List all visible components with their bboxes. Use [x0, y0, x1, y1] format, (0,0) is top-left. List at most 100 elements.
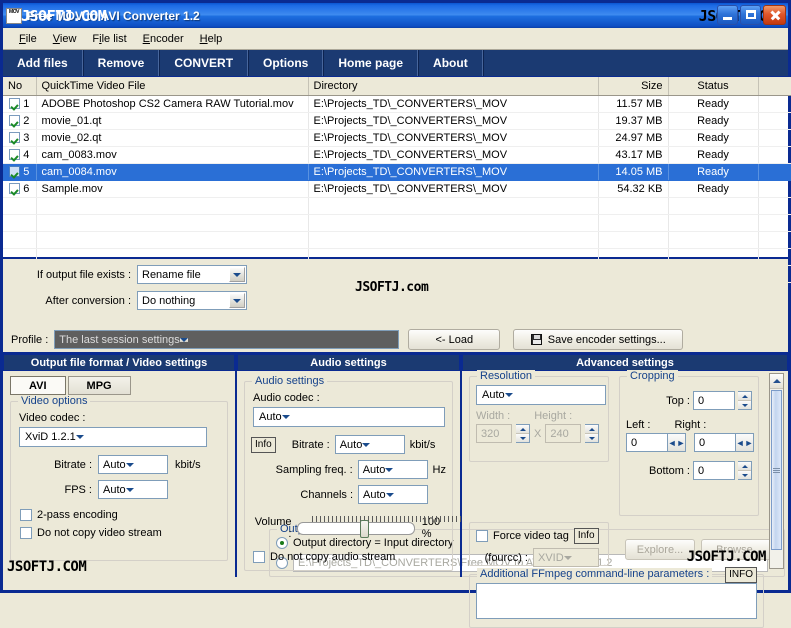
row-checkbox-cell[interactable]: 5 — [3, 163, 37, 181]
row-checkbox-cell[interactable]: 2 — [3, 112, 37, 130]
row-checkbox-cell[interactable]: 6 — [3, 180, 37, 198]
col-header-file[interactable]: QuickTime Video File — [36, 77, 309, 96]
audio-sampling-select[interactable]: Auto — [357, 460, 428, 479]
force-video-tag-checkbox[interactable] — [476, 530, 488, 542]
ffmpeg-params-label: Additional FFmpeg command-line parameter… — [477, 568, 713, 580]
row-checkbox[interactable] — [9, 131, 21, 143]
convert-button[interactable]: CONVERT — [159, 50, 249, 76]
table-row[interactable]: 3 movie_02.qt E:\Projects_TD\_CONVERTERS… — [3, 129, 791, 147]
minimize-button[interactable] — [717, 5, 738, 25]
remove-button[interactable]: Remove — [82, 50, 160, 76]
row-checkbox[interactable] — [9, 114, 21, 126]
video-panel-header: Output file format / Video settings — [3, 354, 235, 371]
col-header-size[interactable]: Size — [598, 77, 669, 96]
no-copy-video-row[interactable]: Do not copy video stream — [20, 527, 221, 539]
chevron-down-icon[interactable] — [281, 415, 290, 419]
about-button[interactable]: About — [418, 50, 483, 76]
menu-item-help[interactable]: Help — [192, 31, 231, 47]
fourcc-select[interactable]: XVID — [533, 548, 599, 567]
table-row[interactable]: 4 cam_0083.mov E:\Projects_TD\_CONVERTER… — [3, 146, 791, 164]
crop-bottom-spinner[interactable] — [738, 461, 752, 480]
row-checkbox[interactable] — [9, 165, 21, 177]
row-checkbox-cell[interactable]: 3 — [3, 129, 37, 147]
chevron-down-icon[interactable] — [125, 487, 134, 492]
ffmpeg-info-button[interactable]: INFO — [725, 567, 757, 583]
scrollbar-thumb[interactable] — [771, 390, 782, 550]
menu-item-encoder[interactable]: Encoder — [135, 31, 192, 47]
application-window: MOV Free MOV to AVI Converter 1.2 JSOFTJ… — [0, 0, 791, 628]
volume-slider-thumb[interactable] — [360, 519, 370, 538]
chevron-down-icon[interactable] — [125, 462, 134, 467]
if-exists-select[interactable]: Rename file — [137, 265, 247, 284]
tab-avi[interactable]: AVI — [10, 376, 66, 395]
row-number: 5 — [23, 165, 30, 178]
table-row-selected[interactable]: 5 cam_0084.mov E:\Projects_TD\_CONVERTER… — [3, 163, 791, 181]
row-checkbox[interactable] — [9, 148, 21, 160]
width-input[interactable]: 320 — [476, 424, 512, 443]
row-checkbox[interactable] — [9, 182, 21, 194]
chevron-down-icon[interactable] — [179, 337, 188, 342]
two-pass-row[interactable]: 2-pass encoding — [20, 509, 221, 521]
crop-right-spinner[interactable]: ◄► — [736, 433, 754, 452]
maximize-button[interactable] — [740, 5, 761, 25]
crop-left-spinner[interactable]: ◄► — [668, 433, 686, 452]
options-button[interactable]: Options — [248, 50, 324, 76]
home-page-button[interactable]: Home page — [323, 50, 419, 76]
row-checkbox-cell[interactable]: 1 — [3, 95, 37, 113]
height-spinner[interactable] — [585, 424, 600, 443]
menu-item-view[interactable]: View — [45, 31, 85, 47]
audio-codec-select[interactable]: Auto — [253, 407, 445, 427]
chevron-down-icon[interactable] — [362, 442, 371, 447]
audio-channels-select[interactable]: Auto — [358, 485, 428, 504]
volume-slider[interactable] — [297, 515, 463, 538]
audio-bitrate-select[interactable]: Auto — [334, 435, 405, 454]
col-header-no[interactable]: No — [3, 77, 37, 96]
chevron-down-icon[interactable] — [229, 293, 245, 308]
resolution-select[interactable]: Auto — [476, 385, 606, 405]
crop-bottom-input[interactable]: 0 — [693, 461, 735, 480]
save-encoder-settings-button[interactable]: Save encoder settings... — [513, 329, 684, 350]
add-files-button[interactable]: Add files — [3, 50, 83, 76]
row-checkbox-cell[interactable]: 4 — [3, 146, 37, 164]
video-codec-select[interactable]: XviD 1.2.1 — [19, 427, 207, 447]
menu-item-file[interactable]: File — [11, 31, 45, 47]
chevron-down-icon[interactable] — [385, 467, 394, 472]
col-header-directory[interactable]: Directory — [308, 77, 599, 96]
chevron-down-icon[interactable] — [385, 492, 394, 497]
chevron-down-icon[interactable] — [504, 393, 513, 397]
height-input[interactable]: 240 — [545, 424, 582, 443]
after-conversion-select[interactable]: Do nothing — [137, 291, 247, 310]
crop-right-input[interactable]: 0 — [694, 433, 736, 452]
crop-top-input[interactable]: 0 — [693, 391, 735, 410]
no-copy-audio-row[interactable]: Do not copy audio stream — [253, 551, 446, 563]
audio-info-button[interactable]: Info — [251, 436, 276, 453]
force-video-tag-info-button[interactable]: Info — [573, 528, 599, 544]
table-row[interactable]: 6 Sample.mov E:\Projects_TD\_CONVERTERS\… — [3, 180, 791, 198]
video-fps-select[interactable]: Auto — [98, 480, 168, 499]
tab-mpg[interactable]: MPG — [67, 376, 131, 395]
row-spacer — [758, 146, 791, 164]
file-list[interactable]: No QuickTime Video File Directory Size S… — [3, 77, 791, 283]
advanced-panel-scrollbar[interactable] — [769, 373, 784, 569]
no-copy-audio-checkbox[interactable] — [253, 551, 265, 563]
menu-item-file-list[interactable]: File list — [84, 31, 134, 47]
table-row[interactable]: 1 ADOBE Photoshop CS2 Camera RAW Tutoria… — [3, 95, 791, 113]
row-checkbox[interactable] — [9, 97, 21, 109]
two-pass-checkbox[interactable] — [20, 509, 32, 521]
table-row[interactable]: 2 movie_01.qt E:\Projects_TD\_CONVERTERS… — [3, 112, 791, 130]
video-bitrate-select[interactable]: Auto — [98, 455, 168, 474]
fourcc-value: XVID — [538, 551, 564, 564]
width-spinner[interactable] — [516, 424, 530, 443]
crop-top-spinner[interactable] — [738, 391, 752, 410]
chevron-down-icon[interactable] — [229, 267, 245, 282]
col-header-status[interactable]: Status — [668, 77, 759, 96]
ffmpeg-params-input[interactable] — [476, 583, 757, 619]
chevron-down-icon[interactable] — [563, 555, 572, 560]
crop-left-input[interactable]: 0 — [626, 433, 668, 452]
load-profile-button[interactable]: <- Load — [408, 329, 501, 350]
profile-select[interactable]: The last session settings — [54, 330, 400, 349]
close-button[interactable] — [763, 5, 786, 25]
chevron-down-icon[interactable] — [75, 435, 84, 439]
scroll-up-arrow-icon[interactable] — [770, 374, 783, 389]
no-copy-video-checkbox[interactable] — [20, 527, 32, 539]
